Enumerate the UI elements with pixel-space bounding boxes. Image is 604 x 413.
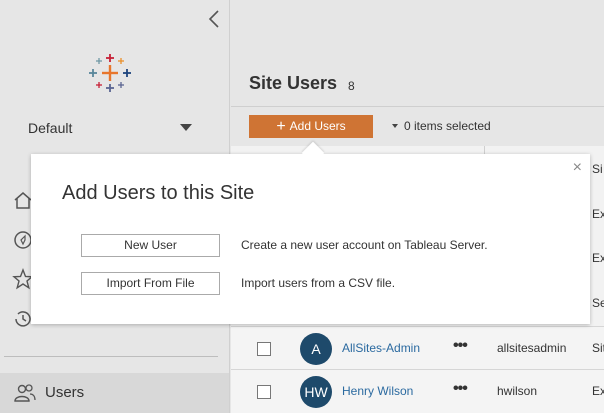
toolbar-divider xyxy=(231,106,604,107)
user-count-badge: 8 xyxy=(348,79,355,93)
close-icon[interactable]: × xyxy=(573,159,582,177)
table-cell: Ex xyxy=(592,251,604,265)
table-row: HW Henry Wilson ••• hwilson Ex xyxy=(231,370,604,413)
import-from-file-button[interactable]: Import From File xyxy=(81,272,220,295)
popover-title: Add Users to this Site xyxy=(62,182,255,204)
table-cell: Ex xyxy=(592,207,604,221)
column-header-site-role[interactable]: Si xyxy=(592,162,603,176)
site-role: Sit xyxy=(592,341,604,355)
user-login: allsitesadmin xyxy=(497,341,567,355)
site-name: Default xyxy=(28,120,73,136)
site-selector[interactable]: Default xyxy=(28,118,198,138)
more-actions-icon[interactable]: ••• xyxy=(453,337,468,355)
column-divider xyxy=(484,146,485,154)
selection-label: 0 items selected xyxy=(404,119,491,133)
plus-icon: + xyxy=(276,118,286,135)
add-users-button[interactable]: + Add Users xyxy=(249,115,373,138)
chevron-left-icon[interactable] xyxy=(205,8,223,30)
row-checkbox[interactable] xyxy=(257,342,271,356)
user-login: hwilson xyxy=(497,384,538,398)
users-icon xyxy=(14,384,36,402)
user-name-link[interactable]: AllSites-Admin xyxy=(342,341,420,355)
add-users-popover: × Add Users to this Site New User Create… xyxy=(31,141,590,324)
import-description: Import users from a CSV file. xyxy=(241,276,396,290)
site-role: Ex xyxy=(592,384,604,398)
caret-down-icon xyxy=(392,124,398,128)
new-user-button[interactable]: New User xyxy=(81,234,220,257)
add-users-label: Add Users xyxy=(289,119,346,133)
avatar: A xyxy=(300,333,332,365)
table-cell: Se xyxy=(592,296,604,310)
user-name-link[interactable]: Henry Wilson xyxy=(342,384,413,398)
sidebar-item-label: Users xyxy=(45,384,85,401)
sidebar-item-users[interactable]: Users xyxy=(0,373,229,413)
more-actions-icon[interactable]: ••• xyxy=(453,380,468,398)
page-title: Site Users xyxy=(249,73,338,93)
caret-down-icon xyxy=(180,124,192,131)
row-checkbox[interactable] xyxy=(257,385,271,399)
avatar: HW xyxy=(300,376,332,408)
table-row: A AllSites-Admin ••• allsitesadmin Sit xyxy=(231,326,604,370)
sidebar-divider xyxy=(4,356,218,357)
tableau-logo xyxy=(89,54,131,92)
selection-dropdown[interactable]: 0 items selected xyxy=(392,119,491,133)
new-user-description: Create a new user account on Tableau Ser… xyxy=(241,238,488,252)
